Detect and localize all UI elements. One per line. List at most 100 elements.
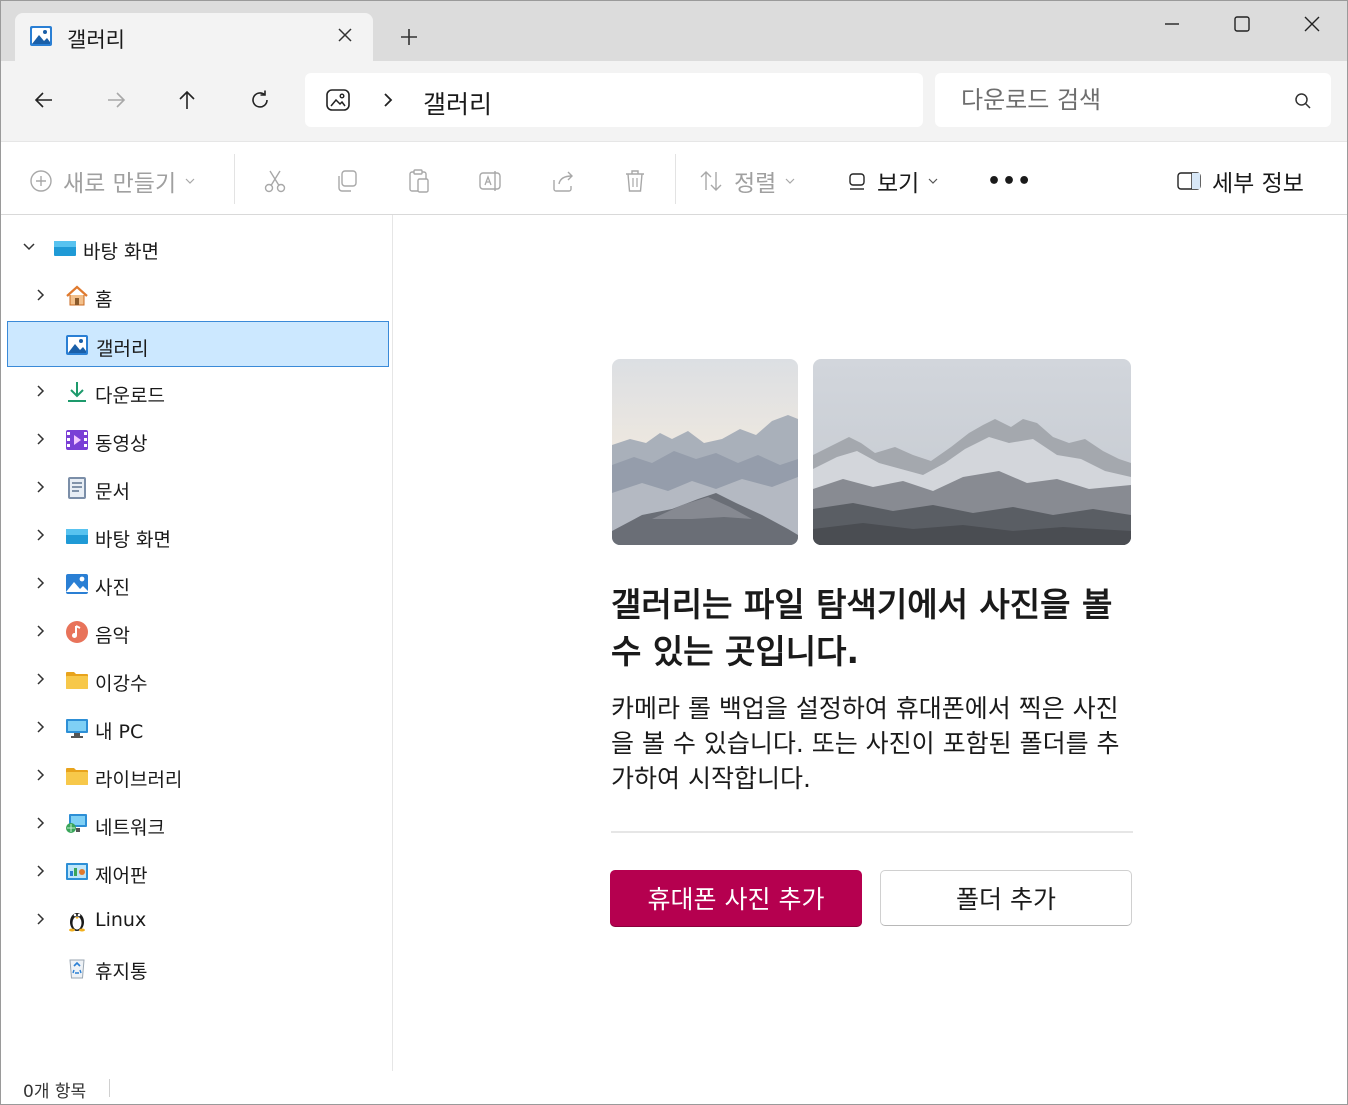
minimize-icon <box>1165 23 1179 25</box>
sidebar-item-documents[interactable]: 문서 <box>7 465 389 511</box>
sort-label: 정렬 <box>734 171 777 197</box>
address-bar[interactable]: 갤러리 <box>305 73 923 127</box>
chevron-down-icon <box>928 178 938 184</box>
download-icon <box>68 382 86 402</box>
sample-photo-snowy-peaks <box>813 359 1131 545</box>
refresh-button[interactable] <box>245 85 275 115</box>
sidebar-item-gallery[interactable]: 갤러리 <box>7 321 389 367</box>
linux-icon <box>69 913 85 932</box>
details-label: 세부 정보 <box>1212 171 1304 197</box>
back-button[interactable] <box>29 85 59 115</box>
sidebar-item-desktop[interactable]: 바탕 화면 <box>7 513 389 559</box>
sidebar-item-this-pc[interactable]: 내 PC <box>7 705 389 751</box>
new-tab-icon[interactable] <box>397 25 421 49</box>
chevron-right-icon[interactable] <box>33 431 49 447</box>
chevron-right-icon[interactable] <box>33 815 49 831</box>
desktop-icon <box>54 241 76 256</box>
toolbar-divider <box>675 154 676 204</box>
folder-icon <box>66 768 88 785</box>
music-icon <box>66 621 88 643</box>
chevron-right-icon[interactable] <box>33 287 49 303</box>
chevron-right-icon[interactable] <box>33 671 49 687</box>
maximize-button[interactable] <box>1219 9 1265 39</box>
sidebar-item-desktop-root[interactable]: 바탕 화면 <box>7 225 389 271</box>
sidebar-item-label: 홈 <box>95 289 113 311</box>
sidebar-item-network[interactable]: 네트워크 <box>7 801 389 847</box>
arrow-up-icon <box>179 90 195 109</box>
arrow-right-icon <box>108 92 126 108</box>
chevron-right-icon[interactable] <box>33 575 49 591</box>
chevron-right-icon[interactable] <box>33 623 49 639</box>
sidebar-item-user-folder[interactable]: 이강수 <box>7 657 389 703</box>
chevron-right-icon[interactable] <box>33 479 49 495</box>
plus-circle-icon <box>30 170 52 192</box>
close-button[interactable] <box>1289 9 1335 39</box>
chevron-down-icon <box>785 178 795 184</box>
view-icon <box>849 173 865 190</box>
sort-button[interactable]: 정렬 <box>698 166 796 197</box>
mountain-photo-image <box>813 359 1131 545</box>
arrow-left-icon <box>34 92 52 108</box>
sidebar-item-downloads[interactable]: 다운로드 <box>7 369 389 415</box>
sidebar-item-label: 네트워크 <box>95 817 165 839</box>
cut-button[interactable] <box>262 166 288 196</box>
cut-icon <box>264 170 286 193</box>
add-phone-photos-button[interactable]: 휴대폰 사진 추가 <box>610 870 862 926</box>
delete-icon <box>626 170 644 192</box>
new-button[interactable]: 새로 만들기 <box>29 166 196 197</box>
sidebar-item-label: 내 PC <box>95 721 144 743</box>
search-input[interactable] <box>935 73 1275 127</box>
copy-button[interactable] <box>334 166 360 196</box>
chevron-right-icon[interactable] <box>33 911 49 927</box>
chevron-right-icon[interactable] <box>381 91 395 109</box>
sidebar-item-label: 바탕 화면 <box>83 241 159 263</box>
chevron-right-icon[interactable] <box>33 383 49 399</box>
rename-icon <box>479 171 501 191</box>
sidebar-item-music[interactable]: 음악 <box>7 609 389 655</box>
search-icon[interactable] <box>1293 91 1313 111</box>
add-folder-button[interactable]: 폴더 추가 <box>880 870 1132 926</box>
more-options-button[interactable]: ••• <box>987 166 1032 196</box>
chevron-right-icon[interactable] <box>33 719 49 735</box>
rename-button[interactable] <box>478 166 504 196</box>
home-icon <box>66 285 88 306</box>
sidebar-item-recycle-bin[interactable]: 휴지통 <box>7 945 389 991</box>
forward-button[interactable] <box>101 85 131 115</box>
copy-icon <box>338 170 357 192</box>
sidebar-item-home[interactable]: 홈 <box>7 273 389 319</box>
search-box[interactable] <box>935 73 1331 127</box>
sidebar-item-pictures[interactable]: 사진 <box>7 561 389 607</box>
sidebar-item-control-panel[interactable]: 제어판 <box>7 849 389 895</box>
sidebar-item-linux[interactable]: Linux <box>7 897 389 943</box>
up-button[interactable] <box>172 85 202 115</box>
pictures-icon <box>66 574 88 594</box>
chevron-right-icon[interactable] <box>33 767 49 783</box>
share-button[interactable] <box>550 166 576 196</box>
paste-button[interactable] <box>406 166 432 196</box>
sidebar-item-label: Linux <box>95 909 147 931</box>
gallery-outline-icon <box>326 89 350 111</box>
minimize-button[interactable] <box>1149 9 1195 39</box>
sidebar-item-videos[interactable]: 동영상 <box>7 417 389 463</box>
sidebar-item-libraries[interactable]: 라이브러리 <box>7 753 389 799</box>
tab-gallery[interactable]: 갤러리 <box>15 13 373 61</box>
view-button[interactable]: 보기 <box>847 166 939 197</box>
sidebar-item-label: 바탕 화면 <box>95 529 171 551</box>
navigation-bar: 갤러리 <box>1 61 1347 141</box>
details-pane-button[interactable]: 세부 정보 <box>1176 166 1304 197</box>
empty-state-headline: 갤러리는 파일 탐색기에서 사진을 볼 수 있는 곳입니다. <box>611 585 1113 671</box>
title-bar: 갤러리 <box>1 1 1347 61</box>
item-count: 0개 항목 <box>23 1082 87 1102</box>
close-tab-icon[interactable] <box>335 25 355 45</box>
gallery-icon <box>66 335 88 355</box>
paste-icon <box>409 169 429 193</box>
chevron-right-icon[interactable] <box>33 863 49 879</box>
delete-button[interactable] <box>622 166 648 196</box>
chevron-down-icon[interactable] <box>21 239 37 255</box>
chevron-right-icon[interactable] <box>33 527 49 543</box>
maximize-icon <box>1234 16 1250 32</box>
breadcrumb-gallery[interactable]: 갤러리 <box>423 85 492 121</box>
sidebar-item-label: 이강수 <box>95 673 148 695</box>
sidebar-item-label: 라이브러리 <box>95 769 183 791</box>
refresh-icon <box>252 90 268 108</box>
